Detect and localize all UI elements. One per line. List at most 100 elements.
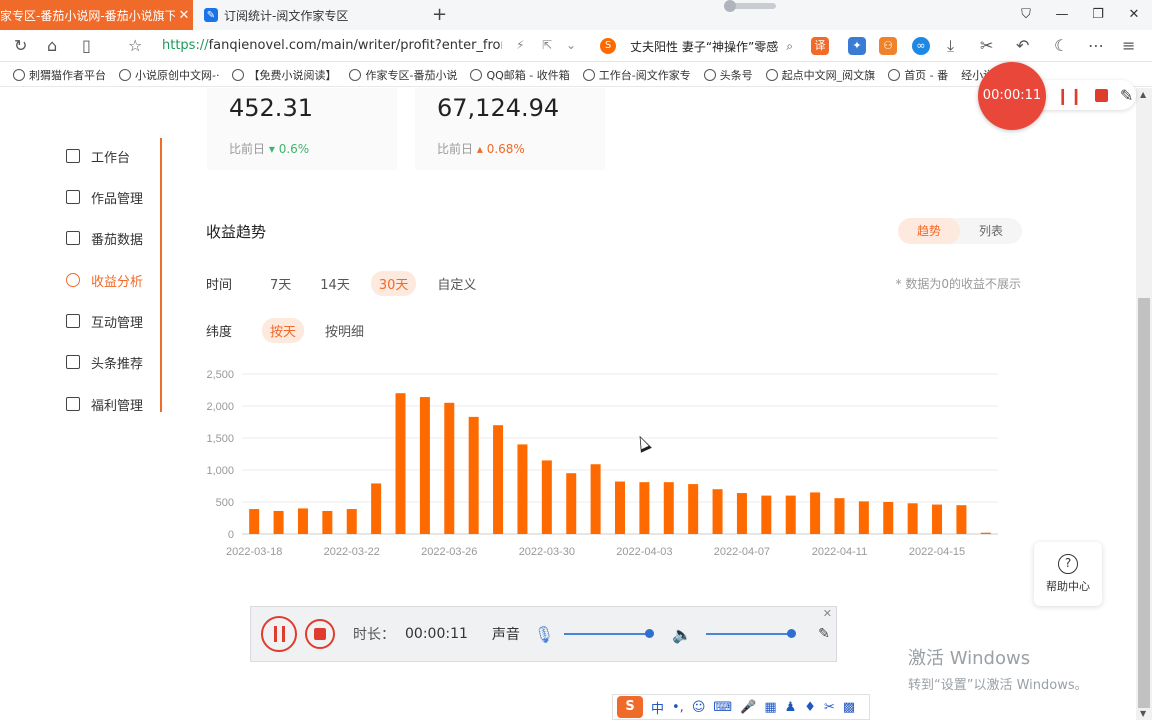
apps-icon[interactable]: ▩ [843, 700, 855, 715]
sidebar-item-interaction[interactable]: 互动管理 [66, 311, 143, 331]
translate-icon[interactable]: 译 [811, 37, 829, 55]
bar [883, 502, 894, 534]
restore-button[interactable]: ❐ [1080, 0, 1116, 30]
reader-icon[interactable]: ▯ [82, 36, 91, 55]
star-icon[interactable]: ☆ [128, 36, 142, 55]
minimize-button[interactable]: — [1044, 0, 1080, 30]
time-custom-option[interactable]: 自定义 [429, 271, 484, 296]
bookmark-item[interactable]: 作家专区-番茄小说 [349, 67, 457, 83]
sogou-logo-icon[interactable]: S [617, 696, 643, 718]
shirt-icon[interactable]: ⛉ [1008, 0, 1044, 30]
bar [712, 489, 723, 534]
scroll-down-icon[interactable]: ▼ [1140, 709, 1146, 718]
user-icon[interactable]: ♟ [785, 700, 797, 715]
grid-icon[interactable]: ▦ [764, 700, 776, 715]
sidebar-item-workbench[interactable]: 工作台 [66, 146, 130, 166]
undo-icon[interactable]: ↶ [1016, 36, 1029, 55]
time-30d-option[interactable]: 30天 [370, 270, 417, 296]
tab-yuewen[interactable]: ✎ 订阅统计-阅文作家专区 [198, 0, 426, 30]
floating-recorder: ❙❙ ✎ 00:00:11 [978, 62, 1136, 130]
skin-icon[interactable]: ♦ [804, 700, 816, 715]
scroll-thumb[interactable] [1138, 298, 1150, 708]
scroll-up-icon[interactable]: ▲ [1140, 90, 1146, 99]
browser-tab-bar: 家专区-番茄小说网-番茄小说旗下 ✕ ✎ 订阅统计-阅文作家专区 + ⛉ — ❐… [0, 0, 1152, 30]
bookmark-item[interactable]: 刺猬猫作者平台 [13, 67, 106, 83]
sidebar-item-revenue[interactable]: 收益分析 [66, 270, 143, 290]
pause-button[interactable] [261, 616, 297, 652]
url-path: fanqienovel.com/main/writer/profit?enter… [208, 38, 502, 53]
x-tick-label: 2022-04-15 [909, 546, 965, 558]
time-filter: 时间 7天 14天 30天 自定义 [206, 270, 497, 296]
bookmark-item[interactable]: 【免费小说阅读】 [232, 67, 336, 83]
by-detail-option[interactable]: 按明细 [317, 318, 372, 343]
share-icon[interactable]: ⇱ [542, 38, 552, 52]
scissors-icon[interactable]: ✂ [980, 36, 993, 55]
tab-fanqie[interactable]: 家专区-番茄小说网-番茄小说旗下 ✕ [0, 0, 193, 30]
stat-value: 67,124.94 [437, 94, 560, 122]
pause-icon[interactable]: ❙❙ [1056, 86, 1083, 105]
globe-icon [232, 68, 245, 81]
night-mode-icon[interactable]: ☾ [1054, 36, 1068, 55]
bookmark-item[interactable]: 首页 - 番 [888, 67, 948, 83]
list-view-button[interactable]: 列表 [960, 218, 1022, 244]
help-center-button[interactable]: ? 帮助中心 [1034, 542, 1102, 606]
keyboard-icon[interactable]: ⌨ [713, 700, 732, 715]
mic-volume-slider[interactable] [564, 629, 655, 638]
bookmark-item[interactable]: 小说原创中文网-· [119, 67, 219, 83]
speaker-icon[interactable]: 🔈 [672, 625, 692, 644]
dimension-filter: 纬度 按天 按明细 [206, 317, 385, 343]
bookmark-item[interactable]: 工作台-阅文作家专 [582, 67, 691, 83]
bar [639, 482, 650, 534]
search-box[interactable]: S 丈夫阳性 妻子“神操作”零感 ⌕ [600, 36, 793, 56]
home-icon[interactable]: ⌂ [47, 36, 57, 55]
sidebar-item-welfare[interactable]: 福利管理 [66, 394, 143, 414]
tools-icon[interactable]: ✂ [824, 700, 835, 715]
download-icon[interactable]: ⤓ [947, 36, 954, 56]
y-tick-label: 2,500 [206, 369, 234, 381]
close-window-button[interactable]: ✕ [1116, 0, 1152, 30]
stop-icon [314, 628, 326, 640]
menu-icon[interactable]: ≡ [1122, 36, 1135, 55]
sidebar-item-works[interactable]: 作品管理 [66, 187, 143, 207]
lightning-icon[interactable]: ⚡ [516, 38, 524, 52]
bookmark-item[interactable]: 头条号 [703, 67, 753, 83]
speaker-volume-slider[interactable] [706, 629, 797, 638]
stat-change: 0.6% [278, 142, 310, 156]
bookmark-item[interactable]: QQ邮箱 - 收件箱 [470, 67, 570, 83]
microphone-icon[interactable]: 🎙 [534, 625, 554, 644]
refresh-icon[interactable]: ↻ [14, 36, 27, 55]
ime-mode[interactable]: 中 [651, 698, 664, 717]
time-14d-option[interactable]: 14天 [312, 271, 358, 296]
tab-title: 订阅统计-阅文作家专区 [224, 8, 349, 23]
close-icon[interactable]: ✕ [823, 607, 832, 620]
emoji-icon[interactable]: ☺ [692, 700, 706, 715]
time-7d-option[interactable]: 7天 [262, 271, 299, 296]
pencil-icon[interactable]: ✎ [818, 626, 830, 642]
sidebar-item-data[interactable]: 番茄数据 [66, 228, 143, 248]
ime-punct[interactable]: •, [672, 700, 684, 715]
search-icon[interactable]: ⌕ [786, 39, 793, 54]
close-tab-icon[interactable]: ✕ [175, 8, 193, 23]
badge-extension-icon[interactable]: ✦ [848, 37, 866, 55]
page-scrollbar[interactable]: ▲ ▼ [1136, 88, 1152, 720]
document-icon [66, 190, 80, 204]
bar [322, 510, 333, 534]
stop-icon[interactable] [1094, 88, 1108, 102]
microphone-icon[interactable]: 🎤 [740, 700, 756, 715]
url-scheme: https:// [162, 38, 209, 53]
recording-timer[interactable]: 00:00:11 [978, 62, 1046, 130]
stop-button[interactable] [305, 619, 335, 649]
gamepad-icon[interactable]: ⚇ [879, 37, 897, 55]
pencil-icon[interactable]: ✎ [1120, 86, 1133, 105]
tab-scroll-slider[interactable] [724, 0, 776, 12]
address-input[interactable]: https://fanqienovel.com/main/writer/prof… [162, 38, 502, 53]
trend-view-button[interactable]: 趋势 [898, 218, 960, 244]
bar [444, 402, 455, 534]
sidebar-item-recommend[interactable]: 头条推荐 [66, 352, 143, 372]
by-day-option[interactable]: 按天 [262, 317, 305, 343]
infinity-icon[interactable]: ∞ [912, 37, 930, 55]
chevron-down-icon[interactable]: ⌄ [566, 38, 576, 52]
bookmark-item[interactable]: 起点中文网_阅文旗 [765, 67, 875, 83]
new-tab-button[interactable]: + [432, 4, 447, 25]
more-icon[interactable]: ⋯ [1088, 36, 1104, 55]
